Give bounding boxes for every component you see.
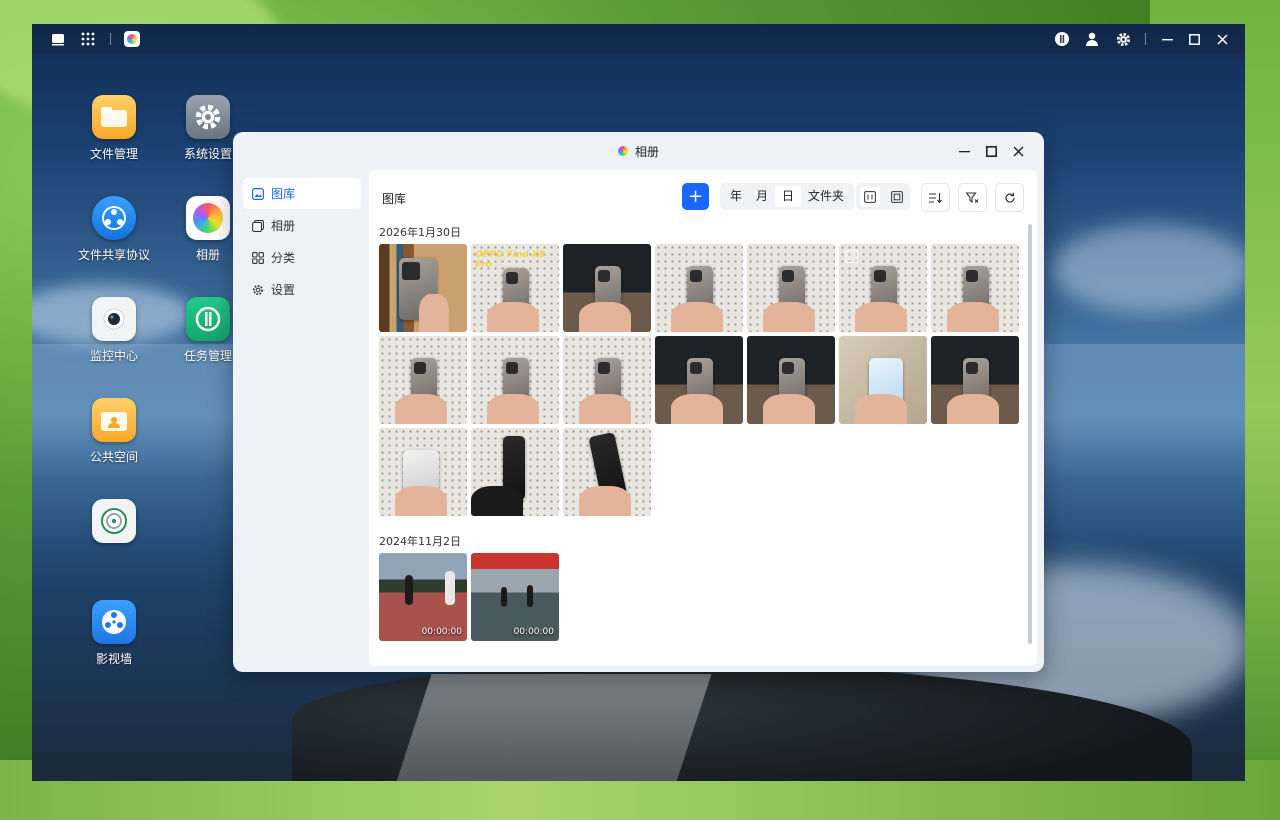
sort-button[interactable]: [921, 183, 950, 212]
scrollbar[interactable]: [1028, 224, 1032, 644]
segment-month[interactable]: 月: [749, 186, 775, 207]
photo-thumbnail[interactable]: [839, 336, 927, 424]
photo-thumbnail[interactable]: [747, 336, 835, 424]
status-icon[interactable]: [1053, 30, 1071, 48]
photo-caption: OPPO Find X9 Pro: [475, 250, 546, 270]
photo-thumbnail[interactable]: OPPO Find X9 Pro: [471, 244, 559, 332]
view-mode-group: [856, 183, 910, 210]
photo-thumbnail[interactable]: [931, 336, 1019, 424]
photos-taskbar-icon[interactable]: [123, 30, 141, 48]
video-thumbnail[interactable]: 00:00:00: [471, 553, 559, 641]
desktop-icon-label: 监控中心: [89, 349, 138, 363]
video-duration: 00:00:00: [513, 627, 554, 637]
photos-window: 相册 图库 相册 分类 设置 图库 + 年 月 日 文件夹 2026年1月30日…: [233, 132, 1044, 672]
window-title: 相册: [634, 144, 659, 159]
filter-button[interactable]: [958, 183, 987, 212]
camera-icon: [92, 297, 136, 341]
view-grid-large-button[interactable]: [887, 187, 907, 207]
photo-thumbnail[interactable]: [655, 244, 743, 332]
gear-icon: [186, 95, 230, 139]
desktop-icon-label: 影视墙: [95, 652, 132, 666]
gear-icon: [252, 284, 264, 296]
app-launcher-icon[interactable]: [79, 30, 97, 48]
add-button[interactable]: +: [682, 183, 709, 210]
sort-icon: [929, 192, 942, 203]
sidebar-item-category[interactable]: 分类: [243, 242, 361, 273]
category-icon: [252, 251, 264, 264]
photo-thumbnail[interactable]: [563, 428, 651, 516]
segment-day[interactable]: 日: [775, 186, 802, 207]
desktop-icon-video-wall[interactable]: 影视墙: [67, 600, 161, 667]
shared-folder-icon: [92, 398, 136, 442]
sidebar-item-album[interactable]: 相册: [243, 210, 361, 241]
grid-large-icon: [890, 190, 903, 203]
task-icon: [186, 297, 230, 341]
folder-icon: [92, 95, 136, 139]
video-thumbnail[interactable]: 00:00:00: [379, 553, 467, 641]
photo-thumbnail[interactable]: [655, 336, 743, 424]
sidebar-item-label: 相册: [271, 219, 296, 233]
select-checkbox[interactable]: [845, 250, 858, 263]
segment-folder[interactable]: 文件夹: [801, 186, 851, 207]
close-icon[interactable]: [1213, 30, 1231, 48]
sidebar-item-gallery[interactable]: 图库: [243, 178, 361, 209]
group-date: 2026年1月30日: [379, 226, 461, 239]
desktop-icon-label: 文件共享协议: [77, 248, 150, 262]
dial-icon: [92, 499, 136, 543]
photo-thumbnail[interactable]: [563, 336, 651, 424]
share-icon: [92, 196, 136, 240]
photo-grid-group-1: OPPO Find X9 Pro: [379, 244, 1019, 516]
segment-year[interactable]: 年: [723, 186, 749, 207]
sidebar-item-label: 分类: [271, 251, 296, 265]
desktop-icon-file-manager[interactable]: 文件管理: [67, 95, 161, 162]
maximize-icon[interactable]: [1185, 30, 1203, 48]
user-icon[interactable]: [1083, 30, 1101, 48]
photo-thumbnail[interactable]: [471, 428, 559, 516]
sidebar: 图库 相册 分类 设置: [243, 178, 361, 306]
photo-thumbnail[interactable]: [931, 244, 1019, 332]
settings-icon[interactable]: [1114, 30, 1132, 48]
desktop-icon-unnamed[interactable]: [67, 499, 161, 549]
desktop-icon-label: 公共空间: [89, 450, 138, 464]
video-duration: 00:00:00: [421, 627, 462, 637]
page-title: 图库: [382, 192, 407, 206]
filter-icon: [966, 191, 979, 203]
desktop-icon-file-sharing[interactable]: 文件共享协议: [67, 196, 161, 263]
window-minimize-button[interactable]: [955, 142, 973, 160]
refresh-icon: [1004, 192, 1015, 203]
minimize-icon[interactable]: [1158, 30, 1176, 48]
photo-thumbnail[interactable]: [747, 244, 835, 332]
photo-grid-group-2: 00:00:00 00:00:00: [379, 553, 1019, 641]
photo-thumbnail[interactable]: [379, 244, 467, 332]
gallery-content: 图库 + 年 月 日 文件夹 2026年1月30日 OPPO Find X9 P…: [369, 170, 1037, 666]
show-desktop-icon[interactable]: [49, 30, 67, 48]
window-titlebar[interactable]: 相册: [233, 132, 1044, 170]
sidebar-item-settings[interactable]: 设置: [243, 274, 361, 305]
window-maximize-button[interactable]: [982, 142, 1000, 160]
sidebar-item-label: 图库: [271, 187, 296, 201]
photo-thumbnail[interactable]: [379, 336, 467, 424]
flower-icon: [186, 196, 230, 240]
desktop-icon-monitoring[interactable]: 监控中心: [67, 297, 161, 364]
refresh-button[interactable]: [995, 183, 1024, 212]
desktop-icon-public-space[interactable]: 公共空间: [67, 398, 161, 465]
desktop-icon-label: 文件管理: [89, 147, 138, 161]
taskbar: [32, 24, 1245, 54]
film-reel-icon: [92, 600, 136, 644]
photos-logo-icon: [617, 146, 628, 156]
window-close-button[interactable]: [1009, 142, 1027, 160]
photo-thumbnail[interactable]: [379, 428, 467, 516]
gallery-icon: [252, 187, 264, 200]
date-granularity-switch: 年 月 日 文件夹: [720, 183, 855, 210]
group-date: 2024年11月2日: [379, 535, 461, 548]
photo-thumbnail[interactable]: [471, 336, 559, 424]
photo-thumbnail[interactable]: [563, 244, 651, 332]
view-grid-small-button[interactable]: [859, 186, 880, 207]
sidebar-item-label: 设置: [271, 283, 296, 297]
grid-small-icon: [863, 190, 876, 203]
photo-thumbnail[interactable]: [839, 244, 927, 332]
album-icon: [252, 219, 264, 232]
